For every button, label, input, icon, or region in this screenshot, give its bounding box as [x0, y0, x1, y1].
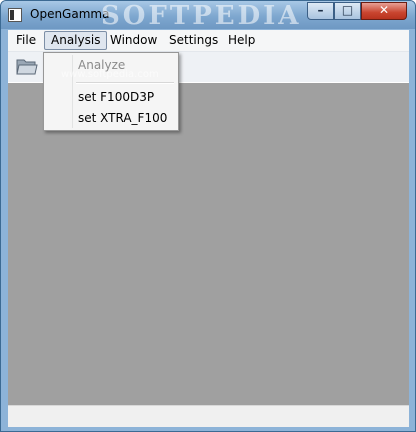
maximize-button[interactable]: □	[334, 2, 361, 20]
status-bar	[8, 405, 409, 427]
window-title: OpenGamma	[30, 7, 110, 21]
minimize-button[interactable]: –	[307, 2, 334, 20]
title-bar[interactable]: OpenGamma SOFTPEDIA – □ ✕	[1, 1, 415, 31]
menu-item-set-f100d3p[interactable]: set F100D3P	[78, 87, 154, 107]
menu-file[interactable]: File	[10, 32, 42, 49]
workspace-area	[8, 83, 409, 405]
menu-bar: File Analysis Window Settings Help	[8, 30, 409, 52]
menu-help[interactable]: Help	[222, 32, 261, 49]
app-window: OpenGamma SOFTPEDIA – □ ✕ File Analysis …	[0, 0, 416, 432]
menu-analysis[interactable]: Analysis	[44, 31, 108, 50]
menu-gutter	[72, 55, 73, 128]
analysis-dropdown-menu: Analyze set F100D3P set XTRA_F100	[43, 52, 179, 131]
menu-separator	[76, 82, 174, 84]
menu-settings[interactable]: Settings	[163, 32, 224, 49]
app-icon[interactable]	[8, 8, 22, 22]
watermark-url: www.softpedia.com	[61, 69, 159, 80]
close-button[interactable]: ✕	[361, 2, 407, 20]
menu-item-set-xtra-f100[interactable]: set XTRA_F100	[78, 108, 167, 128]
watermark-text: SOFTPEDIA	[101, 1, 302, 31]
menu-window[interactable]: Window	[104, 32, 163, 49]
open-folder-icon[interactable]	[16, 56, 38, 76]
